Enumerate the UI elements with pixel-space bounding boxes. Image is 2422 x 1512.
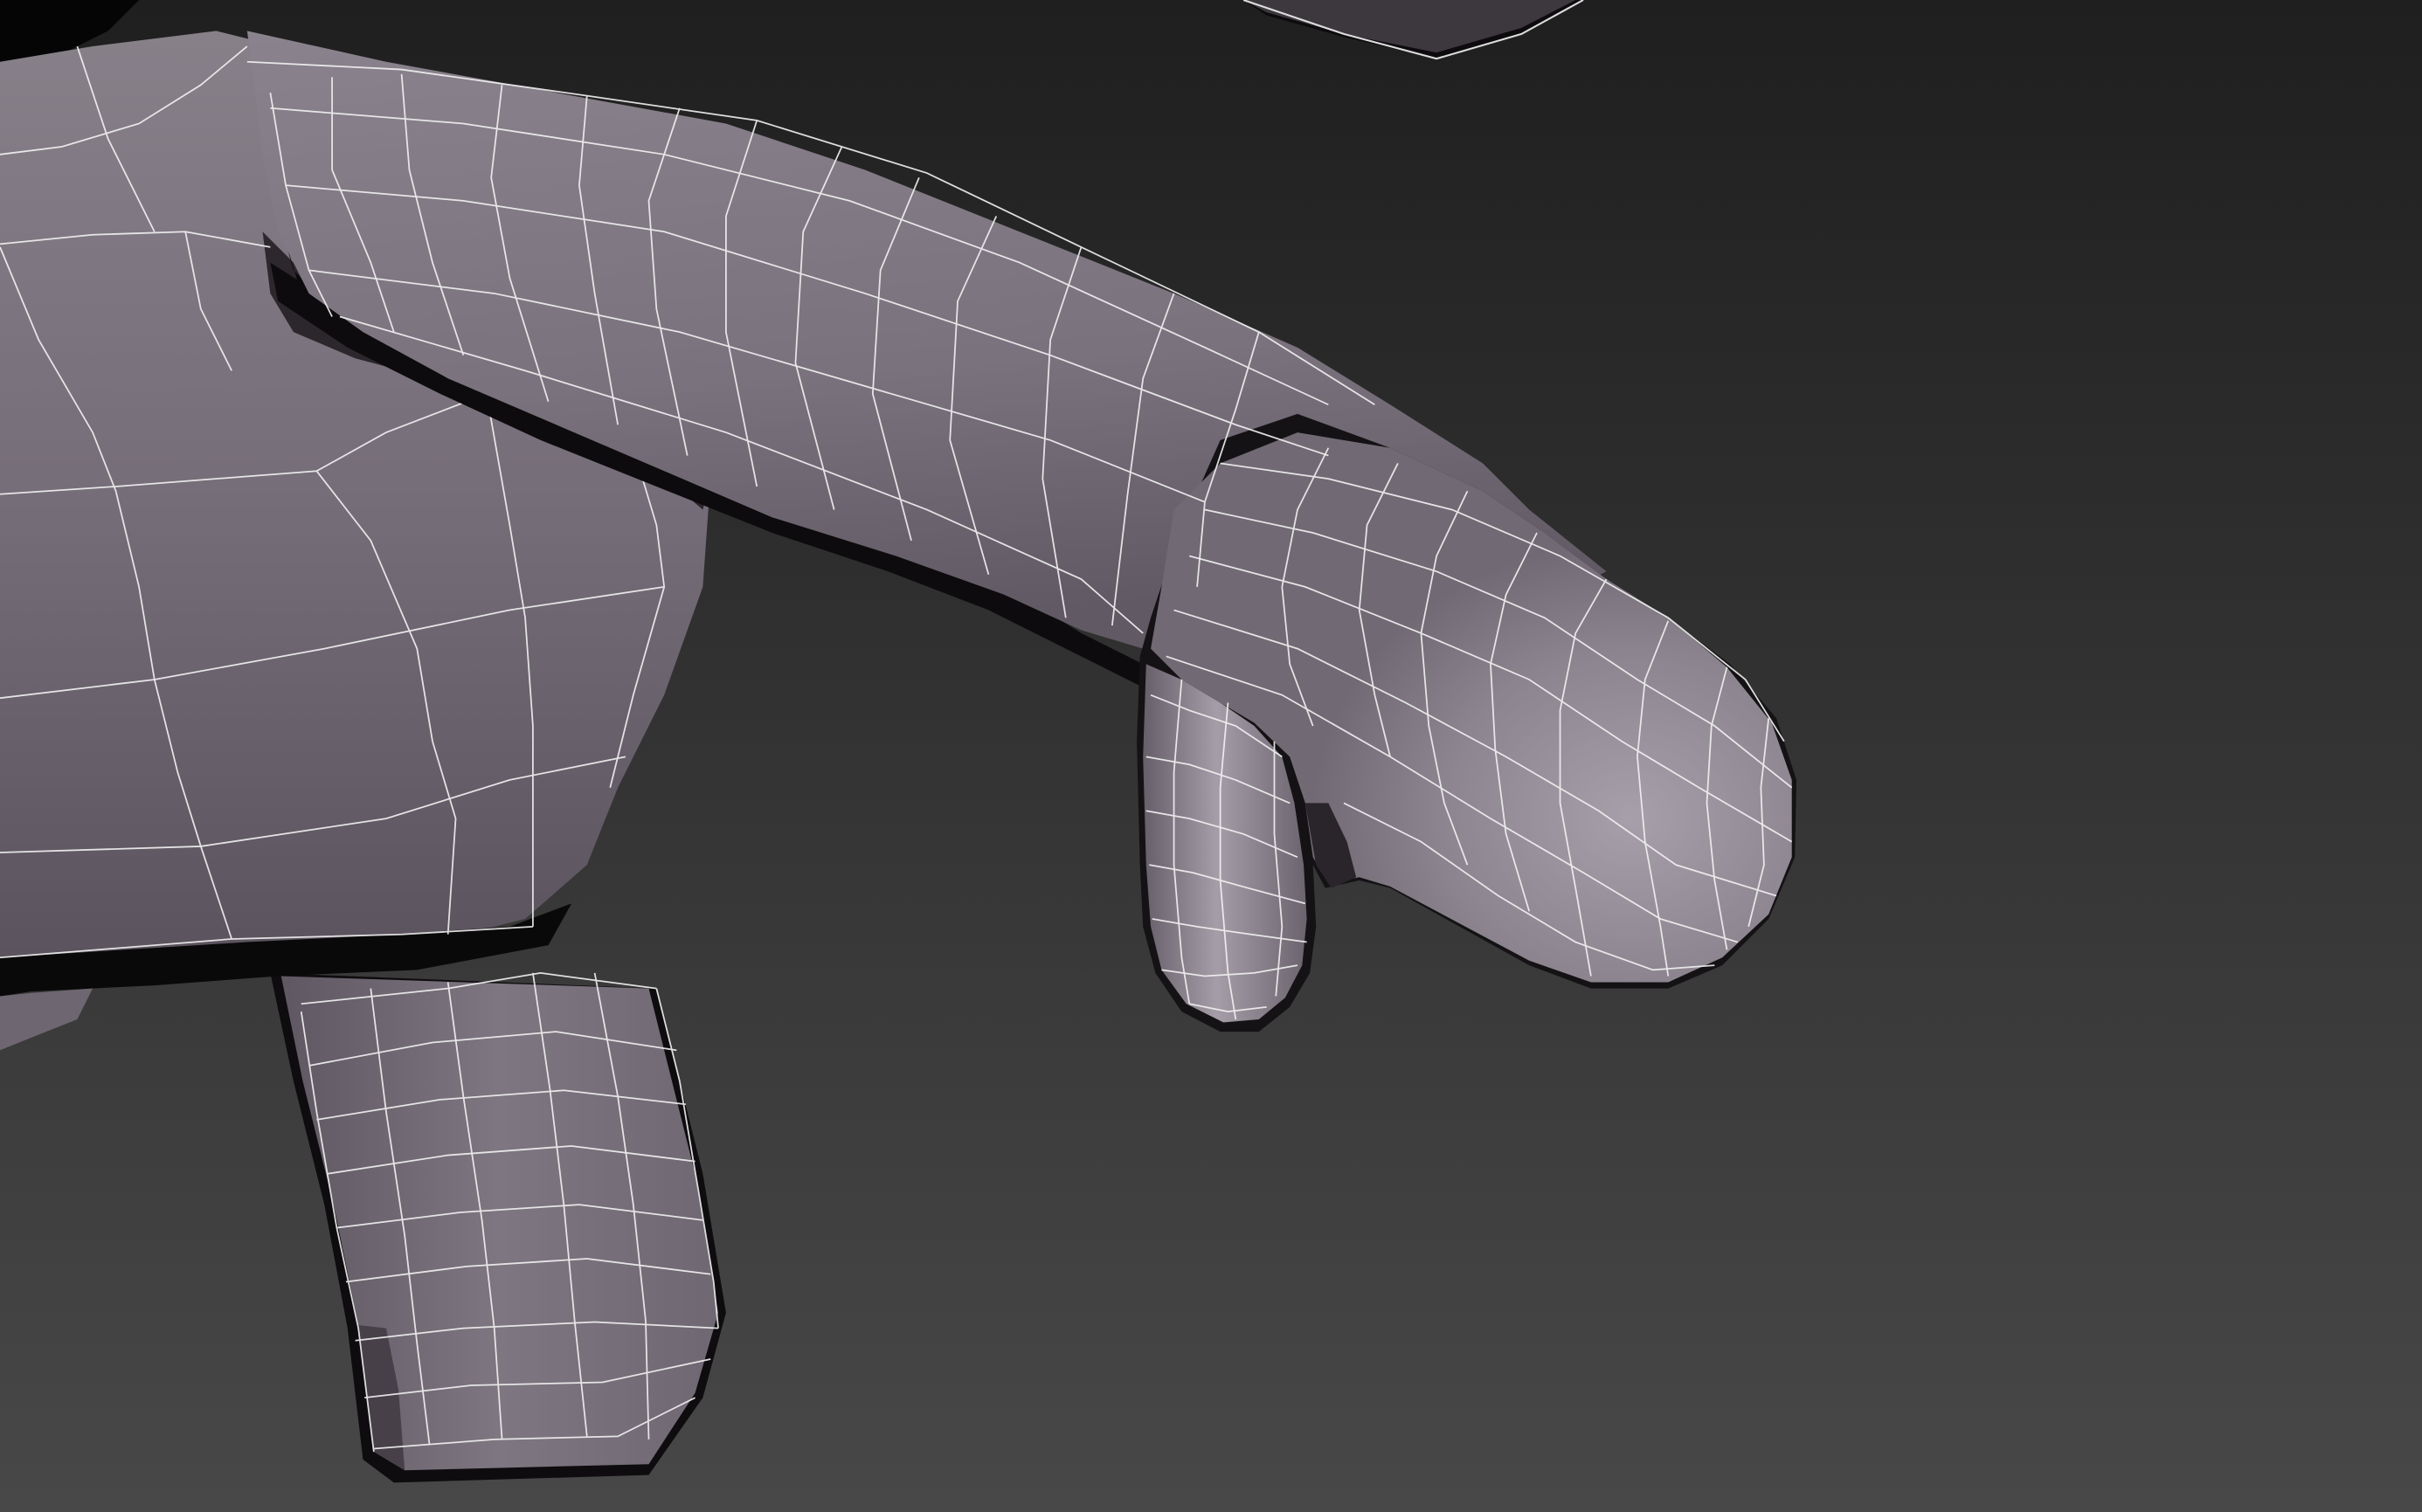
3d-viewport[interactable] [0, 0, 2422, 1512]
viewport-canvas[interactable] [0, 0, 2422, 1512]
